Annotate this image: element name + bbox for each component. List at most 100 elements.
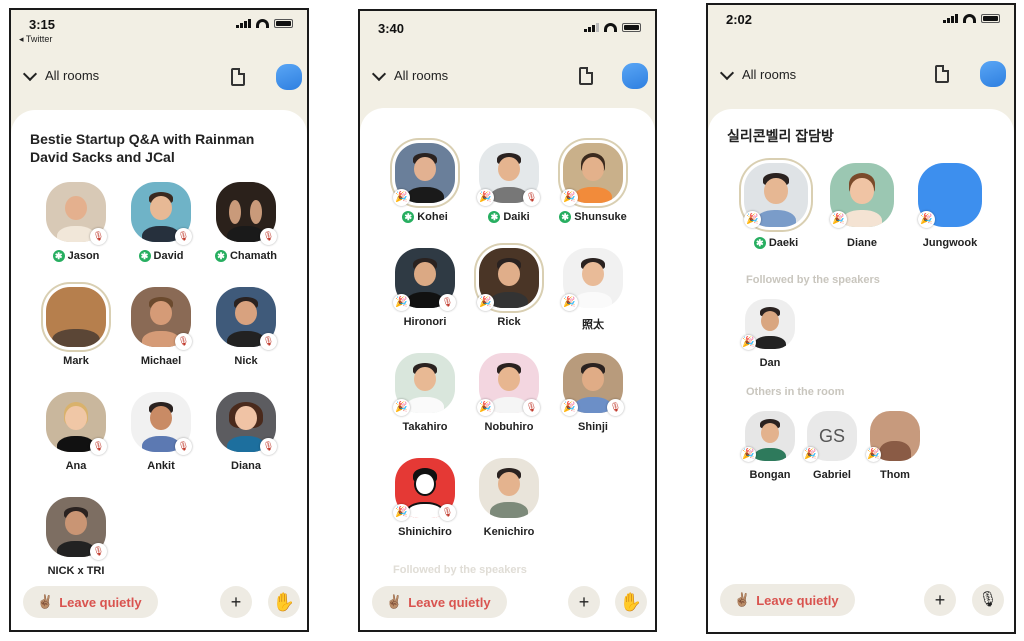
room-title: Bestie Startup Q&A with Rainman David Sa…: [30, 131, 255, 165]
listener-name: Thom: [880, 469, 910, 481]
party-popper-icon: 🎉: [830, 211, 847, 228]
section-label-followed: Followed by the speakers: [746, 274, 880, 286]
bottom-action-bar: ✌🏽 Leave quietly + 🎙: [708, 576, 1014, 632]
listener-tile[interactable]: 🎉 Thom: [853, 411, 937, 499]
profile-avatar[interactable]: [980, 61, 1006, 87]
signal-icon: [236, 19, 251, 28]
document-icon[interactable]: [579, 67, 593, 85]
room-card: 실리콘벨리 잡담방 🎉 ✱ Daeki 🎉 Diane 🎉 Jungwook Fo…: [708, 109, 1014, 632]
leave-label: Leave quietly: [59, 594, 142, 610]
add-button[interactable]: +: [568, 586, 600, 618]
leave-label: Leave quietly: [756, 592, 839, 608]
speaker-tile[interactable]: 🎉 Rick: [467, 248, 551, 336]
speaker-tile[interactable]: Mark: [34, 287, 118, 375]
party-popper-icon: 🎉: [561, 294, 578, 311]
speaker-tile[interactable]: 🎙 Nick: [204, 287, 288, 375]
chevron-down-icon: [22, 66, 38, 81]
phone-screen-3: 2:02 All rooms 실리콘벨리 잡담방 🎉 ✱ Daeki 🎉 Dian…: [706, 3, 1016, 634]
wifi-icon: [256, 19, 269, 28]
speaker-name: Nick: [234, 355, 258, 367]
document-icon[interactable]: [231, 68, 245, 86]
speaker-tile[interactable]: Kenichiro: [467, 458, 551, 546]
speaker-tile[interactable]: 🎙 Diana: [204, 392, 288, 480]
profile-avatar[interactable]: [276, 64, 302, 90]
speaker-tile[interactable]: 🎉 Jungwook: [908, 163, 992, 251]
status-time: 2:02: [726, 12, 753, 27]
room-card: 🎉 ✱ Kohei 🎉 🎙 ✱ Daiki 🎉 ✱ Shunsuke 🎉 🎙 Hiro…: [360, 108, 655, 630]
speaker-name: Takahiro: [402, 421, 448, 433]
muted-mic-icon: 🎙: [90, 543, 107, 560]
speaker-tile[interactable]: 🎙 ✱ Chamath: [204, 182, 288, 270]
avatar: [46, 287, 106, 347]
moderator-icon: ✱: [52, 250, 65, 262]
room-card: Bestie Startup Q&A with Rainman David Sa…: [11, 110, 307, 630]
speaker-tile[interactable]: 🎙 Michael: [119, 287, 203, 375]
battery-icon: [981, 14, 1000, 23]
speaker-tile[interactable]: 🎉 Takahiro: [383, 353, 467, 441]
peace-hand-icon: ✌🏽: [734, 592, 751, 607]
speaker-tile[interactable]: 🎉 🎙 Hironori: [383, 248, 467, 336]
muted-mic-icon: 🎙: [175, 228, 192, 245]
microphone-button[interactable]: 🎙: [972, 584, 1004, 616]
speaker-tile[interactable]: 🎉 照太: [551, 248, 635, 336]
muted-mic-icon: 🎙: [90, 438, 107, 455]
party-popper-icon: 🎉: [803, 447, 818, 462]
speaker-tile[interactable]: 🎙 ✱ Jason: [34, 182, 118, 270]
speaker-tile[interactable]: 🎉 🎙 ✱ Daiki: [467, 143, 551, 231]
speaker-tile[interactable]: 🎙 ✱ David: [119, 182, 203, 270]
moderator-icon: ✱: [214, 250, 227, 262]
system-icons: [943, 14, 1000, 23]
document-icon[interactable]: [935, 65, 949, 83]
raise-hand-button[interactable]: ✋: [615, 586, 647, 618]
back-to-app-link[interactable]: ◂ Twitter: [19, 34, 52, 45]
muted-mic-icon: 🎙: [90, 228, 107, 245]
add-button[interactable]: +: [924, 584, 956, 616]
speaker-name: 照太: [582, 319, 604, 331]
speaker-tile[interactable]: 🎉 🎙 Shinji: [551, 353, 635, 441]
section-label-followed: Followed by the speakers: [393, 564, 527, 576]
add-button[interactable]: +: [220, 586, 252, 618]
raise-hand-button[interactable]: ✋: [268, 586, 300, 618]
leave-quietly-button[interactable]: ✌🏽 Leave quietly: [23, 586, 158, 618]
speaker-name: Rick: [497, 316, 521, 328]
speaker-tile[interactable]: 🎙 NICK x TRI: [34, 497, 118, 585]
speaker-name: Nobuhiro: [484, 421, 534, 433]
speaker-name: ✱ Daiki: [461, 211, 557, 223]
muted-mic-icon: 🎙: [260, 228, 277, 245]
moderator-icon: ✱: [402, 211, 415, 223]
speaker-name: Shinji: [578, 421, 608, 433]
speaker-tile[interactable]: 🎙 Ankit: [119, 392, 203, 480]
speaker-name: ✱ Daeki: [728, 237, 824, 249]
muted-mic-icon: 🎙: [175, 438, 192, 455]
speaker-tile[interactable]: 🎉 🎙 Shinichiro: [383, 458, 467, 546]
moderator-icon: ✱: [753, 237, 766, 249]
leave-label: Leave quietly: [408, 594, 491, 610]
profile-avatar[interactable]: [622, 63, 648, 89]
status-time: 3:15: [29, 17, 56, 32]
wifi-icon: [963, 14, 976, 23]
leave-quietly-button[interactable]: ✌🏽 Leave quietly: [720, 584, 855, 616]
party-popper-icon: 🎉: [477, 399, 494, 416]
speaker-name: Shinichiro: [398, 526, 452, 538]
leave-quietly-button[interactable]: ✌🏽 Leave quietly: [372, 586, 507, 618]
all-rooms-button[interactable]: All rooms: [718, 65, 796, 82]
wifi-icon: [604, 23, 617, 32]
speaker-tile[interactable]: 🎉 Diane: [820, 163, 904, 251]
speaker-tile[interactable]: 🎙 Ana: [34, 392, 118, 480]
speaker-tile[interactable]: 🎉 🎙 Nobuhiro: [467, 353, 551, 441]
speaker-name: Hironori: [403, 316, 447, 328]
speaker-tile[interactable]: 🎉 ✱ Shunsuke: [551, 143, 635, 231]
moderator-icon: ✱: [559, 211, 572, 223]
all-rooms-button[interactable]: All rooms: [370, 66, 448, 83]
all-rooms-button[interactable]: All rooms: [21, 66, 99, 83]
status-bar: 3:40: [360, 11, 655, 51]
party-popper-icon: 🎉: [741, 447, 756, 462]
system-icons: [584, 23, 641, 32]
speaker-tile[interactable]: 🎉 ✱ Kohei: [383, 143, 467, 231]
party-popper-icon: 🎉: [561, 399, 578, 416]
listener-tile[interactable]: 🎉 Dan: [728, 299, 812, 387]
speaker-name: ✱ Jason: [28, 250, 124, 262]
party-popper-icon: 🎉: [393, 294, 410, 311]
speaker-tile[interactable]: 🎉 ✱ Daeki: [734, 163, 818, 251]
muted-mic-icon: 🎙: [607, 399, 624, 416]
